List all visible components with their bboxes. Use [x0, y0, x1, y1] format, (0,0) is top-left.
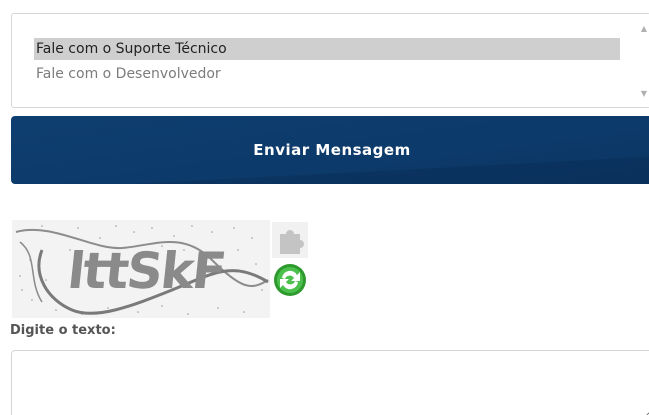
captcha-image: lttSkF: [12, 220, 270, 318]
captcha-field-label: Digite o texto:: [10, 323, 116, 338]
captcha-audio-button[interactable]: [272, 222, 308, 258]
refresh-icon: [274, 264, 306, 296]
contact-type-listbox[interactable]: Fale com o Suporte Técnico Fale com o De…: [11, 13, 649, 108]
option-suporte-tecnico[interactable]: Fale com o Suporte Técnico: [34, 38, 620, 60]
captcha-text-input[interactable]: [11, 350, 649, 415]
scroll-up-icon[interactable]: ▲: [640, 25, 648, 33]
captcha-refresh-button[interactable]: [272, 262, 308, 298]
puzzle-icon: [280, 230, 304, 254]
option-desenvolvedor[interactable]: Fale com o Desenvolvedor: [34, 63, 620, 85]
send-message-label: Enviar Mensagem: [253, 141, 411, 159]
send-message-button[interactable]: Enviar Mensagem: [11, 116, 649, 184]
contact-form: Fale com o Suporte Técnico Fale com o De…: [0, 0, 649, 415]
captcha-text: lttSkF: [64, 242, 228, 300]
scroll-down-icon[interactable]: ▼: [640, 90, 648, 98]
